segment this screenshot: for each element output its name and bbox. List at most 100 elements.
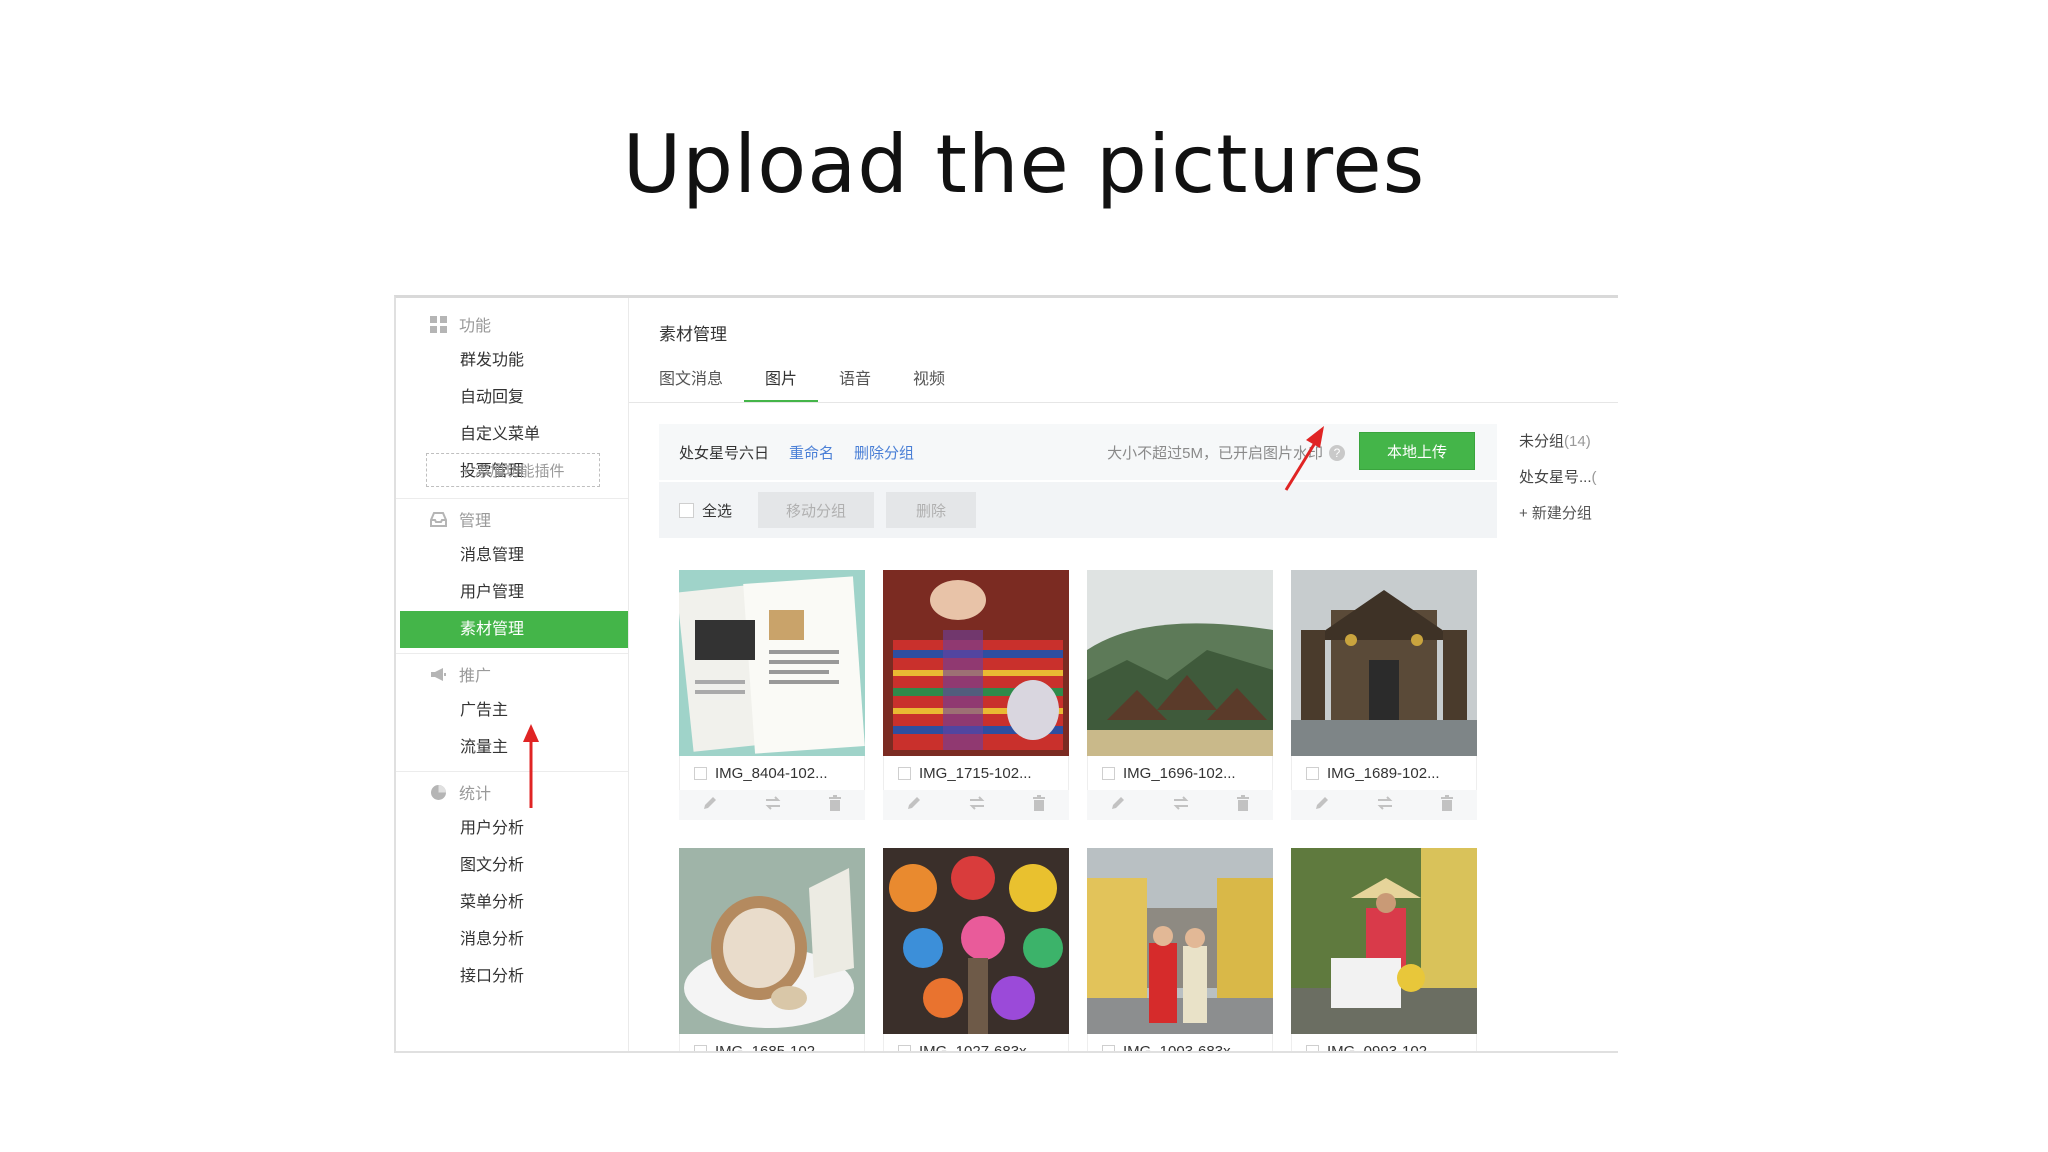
sidebar-item-article-analysis[interactable]: 图文分析 — [396, 847, 628, 884]
grid-icon — [430, 315, 447, 333]
screenshot-frame: 功能 群发功能 自动回复 自定义菜单 投票管理 + 添加功能插件 管理 消息管理… — [394, 295, 1618, 1053]
trash-icon[interactable] — [1032, 794, 1046, 816]
pie-chart-icon — [430, 784, 447, 801]
inbox-icon — [430, 511, 447, 528]
image-filename-row: IMG_8404-102... — [679, 756, 865, 790]
sidebar-item-messages[interactable]: 消息管理 — [396, 537, 628, 574]
rename-link[interactable]: 重命名 — [789, 442, 834, 463]
select-all[interactable]: 全选 — [679, 500, 732, 521]
sidebar-item-mass-send[interactable]: 群发功能 — [396, 342, 628, 379]
image-checkbox[interactable] — [694, 1044, 707, 1051]
sidebar-section-head: 推广 — [396, 656, 628, 692]
image-thumbnail[interactable] — [883, 570, 1069, 756]
sidebar-section-head: 统计 — [396, 774, 628, 810]
image-filename: IMG_1715-102... — [919, 764, 1032, 782]
sidebar-item-user-analysis[interactable]: 用户分析 — [396, 810, 628, 847]
annotation-arrow-upload — [1284, 426, 1324, 491]
tab-video[interactable]: 视频 — [892, 360, 966, 400]
image-actions — [883, 790, 1069, 820]
image-checkbox[interactable] — [1102, 766, 1115, 780]
image-thumbnail[interactable] — [1291, 848, 1477, 1034]
sidebar-section-manage: 管理 消息管理 用户管理 素材管理 — [396, 501, 628, 648]
sidebar-section-promote: 推广 广告主 流量主 — [396, 656, 628, 766]
sidebar-item-materials[interactable]: 素材管理 — [400, 611, 628, 648]
image-filename: IMG_1027-683x... — [919, 1042, 1040, 1053]
pencil-icon[interactable] — [702, 795, 718, 816]
image-actions — [1291, 790, 1477, 820]
sidebar-section-head: 功能 — [396, 306, 628, 342]
image-filename: IMG_0993-102... — [1327, 1042, 1440, 1053]
image-card[interactable]: IMG_1027-683x... — [883, 848, 1069, 1053]
image-filename-row: IMG_1696-102... — [1087, 756, 1273, 790]
sidebar-item-custom-menu[interactable]: 自定义菜单 — [396, 416, 628, 453]
group-list: 未分组(14) 处女星号...( + 新建分组 — [1509, 424, 1618, 532]
delete-group-link[interactable]: 删除分组 — [854, 442, 914, 463]
image-filename-row: IMG_1027-683x... — [883, 1034, 1069, 1053]
image-filename: IMG_8404-102... — [715, 764, 828, 782]
sidebar-item-advertiser[interactable]: 广告主 — [396, 692, 628, 729]
image-card[interactable]: IMG_0993-102... — [1291, 848, 1477, 1053]
tab-articles[interactable]: 图文消息 — [659, 360, 744, 400]
sidebar: 功能 群发功能 自动回复 自定义菜单 投票管理 + 添加功能插件 管理 消息管理… — [396, 298, 629, 1051]
new-group-button[interactable]: + 新建分组 — [1509, 496, 1618, 532]
image-card[interactable]: IMG_1689-102... — [1291, 570, 1477, 820]
image-filename: IMG_1689-102... — [1327, 764, 1440, 782]
image-card[interactable]: IMG_1696-102... — [1087, 570, 1273, 820]
sidebar-item-auto-reply[interactable]: 自动回复 — [396, 379, 628, 416]
image-thumbnail[interactable] — [1087, 570, 1273, 756]
image-checkbox[interactable] — [898, 1044, 911, 1051]
tabs-divider — [629, 402, 1618, 403]
image-filename: IMG_1696-102... — [1123, 764, 1236, 782]
image-filename-row: IMG_0993-102... — [1291, 1034, 1477, 1053]
image-card[interactable]: IMG_1003-683x... — [1087, 848, 1273, 1053]
image-actions — [1087, 790, 1273, 820]
pencil-icon[interactable] — [1314, 795, 1330, 816]
add-plugin-button[interactable]: + 添加功能插件 — [426, 453, 600, 487]
annotation-arrow-materials — [523, 724, 539, 808]
image-thumbnail[interactable] — [1087, 848, 1273, 1034]
sidebar-item-message-analysis[interactable]: 消息分析 — [396, 921, 628, 958]
image-thumbnail[interactable] — [679, 848, 865, 1034]
image-card[interactable]: IMG_1715-102... — [883, 570, 1069, 820]
move-group-button[interactable]: 移动分组 — [758, 492, 875, 528]
image-thumbnail[interactable] — [679, 570, 865, 756]
local-upload-button[interactable]: 本地上传 — [1359, 432, 1475, 470]
image-toolbar: 全选 移动分组 删除 — [659, 482, 1497, 538]
delete-button[interactable]: 删除 — [886, 492, 977, 528]
swap-icon[interactable] — [1172, 795, 1190, 816]
sidebar-divider — [396, 771, 628, 772]
image-checkbox[interactable] — [1306, 766, 1319, 780]
tab-images[interactable]: 图片 — [744, 360, 819, 403]
group-item-virgo[interactable]: 处女星号...( — [1509, 460, 1618, 496]
pencil-icon[interactable] — [1110, 795, 1126, 816]
sidebar-item-users[interactable]: 用户管理 — [396, 574, 628, 611]
slide-title: Upload the pictures — [622, 118, 1426, 211]
sidebar-item-publisher[interactable]: 流量主 — [396, 729, 628, 766]
swap-icon[interactable] — [1376, 795, 1394, 816]
image-actions — [679, 790, 865, 820]
pencil-icon[interactable] — [906, 795, 922, 816]
image-thumbnail[interactable] — [883, 848, 1069, 1034]
image-filename: IMG_1685-102... — [715, 1042, 828, 1053]
image-checkbox[interactable] — [1306, 1044, 1319, 1051]
image-filename-row: IMG_1685-102... — [679, 1034, 865, 1053]
image-checkbox[interactable] — [1102, 1044, 1115, 1051]
image-card[interactable]: IMG_8404-102... — [679, 570, 865, 820]
group-item-ungrouped[interactable]: 未分组(14) — [1509, 424, 1618, 460]
tab-voice[interactable]: 语音 — [818, 360, 892, 400]
sidebar-item-api-analysis[interactable]: 接口分析 — [396, 958, 628, 995]
image-thumbnail[interactable] — [1291, 570, 1477, 756]
trash-icon[interactable] — [1440, 794, 1454, 816]
swap-icon[interactable] — [968, 795, 986, 816]
image-checkbox[interactable] — [898, 766, 911, 780]
select-all-checkbox[interactable] — [679, 502, 694, 518]
main-content: 素材管理 图文消息 图片 语音 视频 处女星号六日 重命名 删除分组 大小不超过… — [629, 298, 1618, 1053]
swap-icon[interactable] — [764, 795, 782, 816]
image-filename: IMG_1003-683x... — [1123, 1042, 1244, 1053]
image-filename-row: IMG_1689-102... — [1291, 756, 1477, 790]
trash-icon[interactable] — [1236, 794, 1250, 816]
sidebar-item-menu-analysis[interactable]: 菜单分析 — [396, 884, 628, 921]
image-checkbox[interactable] — [694, 766, 707, 780]
image-card[interactable]: IMG_1685-102... — [679, 848, 865, 1053]
trash-icon[interactable] — [828, 794, 842, 816]
